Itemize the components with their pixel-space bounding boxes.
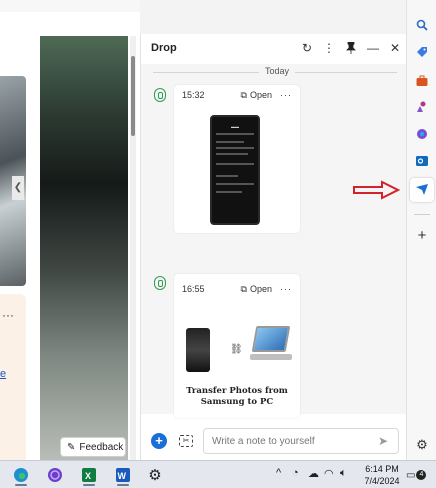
screenshot-line	[216, 147, 254, 149]
active-indicator	[15, 484, 27, 486]
open-label: Open	[249, 90, 272, 100]
screenshot-line	[216, 133, 254, 135]
copilot-icon[interactable]	[413, 125, 431, 143]
feedback-icon: ✎	[67, 441, 76, 453]
message-card[interactable]: 15:32 ⧉ Open ··· ▬▬	[174, 85, 300, 233]
message-time: 15:32	[182, 90, 205, 100]
scrollbar-thumb[interactable]	[131, 56, 135, 136]
note-input[interactable]	[212, 435, 378, 447]
screenshot-title-bar: ▬▬	[231, 124, 239, 129]
svg-text:X: X	[85, 471, 91, 481]
more-options-icon[interactable]: ⋮	[319, 38, 339, 58]
laptop-base	[250, 354, 292, 360]
sidebar-divider	[414, 214, 430, 215]
open-external-icon: ⧉	[240, 89, 247, 100]
screenshot-capture-icon[interactable]: ✂	[179, 435, 193, 447]
settings-app-icon[interactable]: ⚙	[144, 464, 166, 486]
notification-button[interactable]: ▭ 4	[406, 467, 428, 483]
caption-line-1: Transfer Photos from	[186, 386, 288, 396]
message-header: 15:32 ⧉ Open ···	[174, 85, 300, 105]
screenshot-line	[216, 183, 254, 185]
games-icon[interactable]	[413, 98, 431, 116]
device-icon	[154, 276, 166, 290]
message-header: 16:55 ⧉ Open ···	[174, 274, 300, 304]
notification-icon: ▭	[406, 469, 416, 481]
page-scrollbar[interactable]	[130, 36, 136, 460]
refresh-icon[interactable]: ↻	[297, 38, 317, 58]
wifi-icon[interactable]: ◠	[324, 467, 334, 480]
screenshot-line	[216, 191, 242, 193]
chevron-up-icon[interactable]: ^	[276, 467, 281, 479]
webpage-content: ❮ ··· e ✎ Feedback	[0, 0, 140, 460]
open-external-icon: ⧉	[240, 283, 247, 294]
volume-icon[interactable]: 🔈︎	[340, 467, 347, 480]
screenshot-thumbnail[interactable]: ▬▬	[210, 115, 260, 225]
note-field[interactable]: ➤	[203, 428, 399, 454]
drop-header: Drop ↻ ⋮ — ✕	[141, 34, 407, 62]
edge-icon[interactable]	[10, 464, 32, 486]
message-time: 16:55	[182, 284, 205, 294]
cloud-icon[interactable]: ☁	[308, 467, 319, 480]
app-circle-icon[interactable]	[44, 464, 66, 486]
transfer-image[interactable]: ⛓	[182, 326, 292, 382]
minimize-icon[interactable]: —	[363, 38, 383, 58]
feedback-label: Feedback	[79, 441, 124, 453]
link-icon: ⛓	[230, 344, 243, 355]
excel-icon[interactable]: X	[78, 464, 100, 486]
screenshot-line	[216, 153, 248, 155]
carousel-arrow-icon[interactable]: ❮	[12, 176, 24, 200]
drop-panel: Drop ↻ ⋮ — ✕ Today 15:32 ⧉ Open ··· ▬▬ 1…	[140, 34, 407, 460]
open-button[interactable]: ⧉ Open	[241, 90, 272, 101]
annotation-arrow-icon	[353, 180, 400, 200]
drop-message-list[interactable]: Today 15:32 ⧉ Open ··· ▬▬ 16:55 ⧉ Open ·…	[141, 64, 407, 418]
briefcase-icon[interactable]	[413, 72, 431, 90]
active-indicator	[83, 484, 95, 486]
drop-icon[interactable]	[410, 178, 434, 202]
clock-time: 6:14 PM	[365, 464, 399, 474]
search-icon[interactable]	[413, 16, 431, 34]
tag-icon[interactable]	[413, 44, 431, 62]
open-label: Open	[249, 284, 272, 294]
card-more-icon[interactable]: ···	[2, 308, 14, 322]
add-file-button[interactable]: +	[151, 433, 167, 449]
drop-composer: + ✂ ➤	[141, 422, 407, 460]
svg-text:W: W	[118, 471, 127, 481]
network-icon[interactable]: ◔	[292, 467, 299, 479]
page-top-strip	[0, 0, 140, 12]
day-label: Today	[259, 66, 296, 76]
notification-count: 4	[416, 470, 427, 480]
image-caption: Transfer Photos from Samsung to PC	[174, 386, 300, 408]
word-icon[interactable]: W	[112, 464, 134, 486]
screenshot-line	[216, 141, 244, 143]
content-card[interactable]: ··· e	[0, 294, 26, 460]
open-button[interactable]: ⧉ Open	[241, 284, 272, 295]
caption-line-2: Samsung to PC	[200, 397, 274, 407]
close-icon[interactable]: ✕	[385, 38, 405, 58]
laptop-screen	[251, 326, 291, 352]
drop-title: Drop	[151, 42, 177, 54]
pin-icon[interactable]	[341, 38, 361, 58]
card-link[interactable]: e	[0, 368, 6, 380]
outlook-icon[interactable]	[413, 152, 431, 170]
message-card[interactable]: 16:55 ⧉ Open ··· ⛓ Transfer Photos from …	[174, 274, 300, 418]
message-more-icon[interactable]: ···	[280, 284, 292, 294]
device-icon	[154, 88, 166, 102]
settings-icon[interactable]: ⚙	[413, 436, 431, 454]
phone-illustration	[186, 328, 210, 372]
screenshot-line	[216, 175, 238, 177]
edge-sidebar: + ⚙	[406, 0, 436, 460]
clock-date: 7/4/2024	[364, 476, 400, 486]
screenshot-line	[216, 163, 254, 165]
feature-photo[interactable]	[40, 36, 128, 460]
send-icon[interactable]: ➤	[378, 434, 398, 448]
left-column: ❮ ··· e	[0, 36, 28, 460]
message-more-icon[interactable]: ···	[280, 90, 292, 100]
taskbar: X W ⚙ ^ ◔ ☁ ◠ 🔈︎ 6:14 PM 7/4/2024 ▭ 4	[0, 460, 436, 488]
feedback-button[interactable]: ✎ Feedback	[60, 437, 126, 457]
laptop-illustration	[250, 326, 292, 370]
taskbar-clock[interactable]: 6:14 PM 7/4/2024	[362, 463, 402, 487]
active-indicator	[117, 484, 129, 486]
add-icon[interactable]: +	[413, 226, 431, 244]
